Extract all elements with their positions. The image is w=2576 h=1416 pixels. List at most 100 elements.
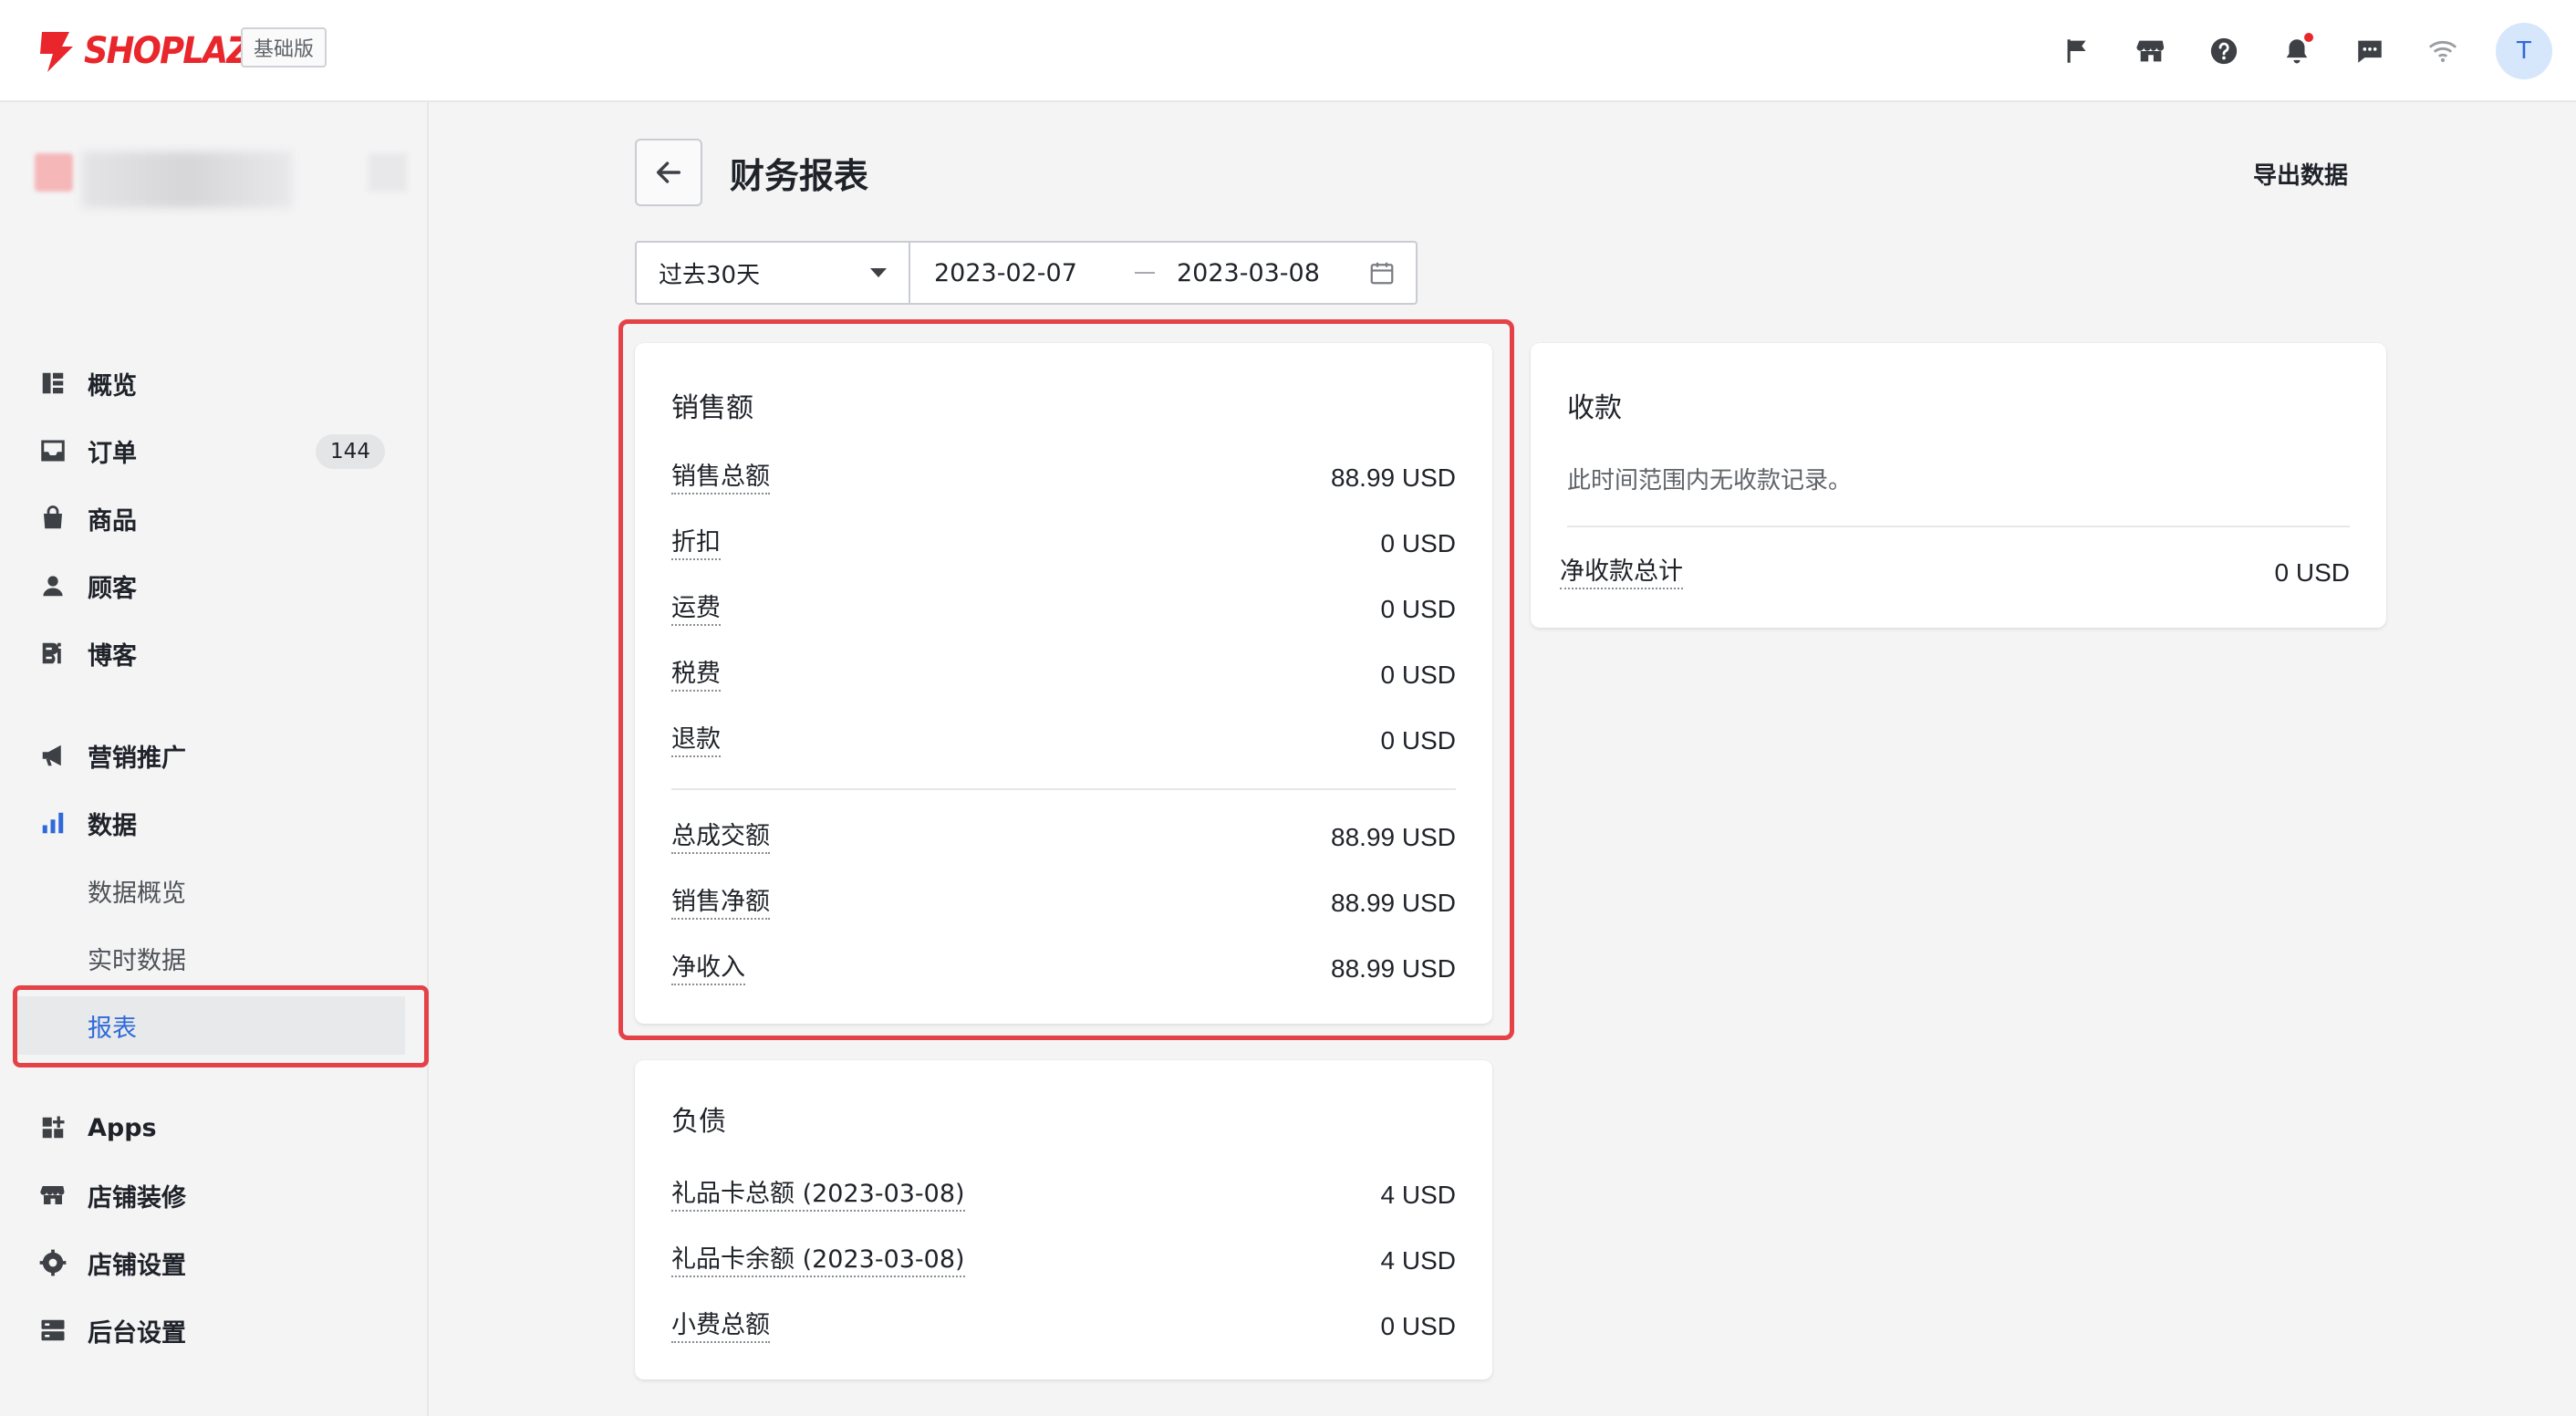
liabilities-card-title: 负债: [671, 1106, 726, 1138]
sales-total-row: 销售净额 88.99 USD: [671, 885, 1456, 921]
sidebar-item-online-store[interactable]: 店铺装修: [13, 1166, 405, 1224]
sales-row: 运费 0 USD: [671, 591, 1456, 628]
liabilities-row-label[interactable]: 小费总额: [671, 1310, 770, 1343]
sidebar-item-label: 店铺装修: [88, 1183, 186, 1213]
liabilities-row-value: 4 USD: [1380, 1246, 1456, 1275]
payments-total-value: 0 USD: [2274, 558, 2350, 587]
sidebar-item-marketing[interactable]: 营销推广: [13, 726, 405, 785]
flag-icon[interactable]: [2041, 20, 2114, 82]
sales-card: 销售额 销售总额 88.99 USD 折扣 0 USD 运费 0 USD 税费 …: [635, 343, 1492, 1024]
payments-empty-message: 此时间范围内无收款记录。: [1567, 467, 1853, 495]
inbox-icon: [38, 436, 68, 465]
sales-row-value: 0 USD: [1380, 726, 1456, 755]
sales-total-label[interactable]: 销售净额: [671, 887, 770, 920]
payments-card: 收款 此时间范围内无收款记录。 净收款总计 0 USD: [1531, 343, 2386, 628]
export-data-button[interactable]: 导出数据: [2253, 157, 2348, 191]
sidebar-item-label: 后台设置: [88, 1318, 186, 1348]
person-icon: [38, 571, 68, 600]
date-preset-select[interactable]: 过去30天: [637, 243, 910, 303]
sidebar-item-label: 概览: [88, 371, 137, 401]
sidebar-item-overview[interactable]: 概览: [13, 354, 405, 412]
sales-row: 折扣 0 USD: [671, 526, 1456, 562]
liabilities-row-label[interactable]: 礼品卡余额 (2023-03-08): [671, 1244, 965, 1277]
liabilities-row: 礼品卡总额 (2023-03-08) 4 USD: [671, 1177, 1456, 1213]
server-icon: [38, 1316, 68, 1345]
sales-total-row: 净收入 88.99 USD: [671, 951, 1456, 987]
sales-row-label[interactable]: 退款: [671, 724, 721, 757]
sidebar-subitem-analytics-overview[interactable]: 数据概览: [13, 861, 405, 920]
bell-icon[interactable]: [2260, 20, 2333, 82]
sales-total-value: 88.99 USD: [1331, 823, 1456, 851]
sidebar-item-apps[interactable]: Apps: [13, 1098, 405, 1157]
sidebar-item-label: 商品: [88, 506, 137, 536]
sales-row-label[interactable]: 折扣: [671, 527, 721, 560]
sidebar-item-label: 营销推广: [88, 744, 186, 773]
megaphone-icon: [38, 741, 68, 770]
payments-card-title: 收款: [1567, 392, 1622, 424]
back-button[interactable]: [635, 139, 702, 206]
calendar-icon[interactable]: [1368, 259, 1396, 286]
sidebar-item-label: 数据: [88, 811, 137, 840]
orders-count-badge: 144: [316, 434, 385, 469]
sales-row-value: 88.99 USD: [1331, 463, 1456, 492]
sidebar: 概览 订单 144 商品 顾客 博客 营销推广 数据 数据概览 实时数据 报表 …: [0, 102, 429, 1416]
caret-down-icon: [870, 268, 887, 277]
arrow-left-icon: [656, 161, 681, 183]
avatar[interactable]: T: [2496, 23, 2552, 79]
date-separator: [1135, 272, 1155, 274]
top-icons: T: [2041, 20, 2552, 82]
storefront-icon[interactable]: [2114, 20, 2187, 82]
sidebar-item-store-settings[interactable]: 店铺设置: [13, 1234, 405, 1292]
sales-row-label[interactable]: 运费: [671, 593, 721, 626]
logo-mark-icon: [35, 28, 77, 74]
gear-icon: [38, 1248, 68, 1277]
liabilities-row-label[interactable]: 礼品卡总额 (2023-03-08): [671, 1179, 965, 1212]
message-icon[interactable]: [2333, 20, 2406, 82]
sidebar-item-label: 订单: [88, 439, 137, 468]
store-name-redacted[interactable]: [35, 146, 409, 210]
sales-total-label[interactable]: 净收入: [671, 953, 745, 985]
notification-dot: [2304, 33, 2313, 42]
sidebar-item-label: 顾客: [88, 574, 137, 603]
liabilities-row-value: 4 USD: [1380, 1181, 1456, 1209]
sidebar-item-blog[interactable]: 博客: [13, 624, 405, 682]
date-range-picker[interactable]: 2023-02-07 2023-03-08: [910, 243, 1416, 303]
sales-row-label[interactable]: 税费: [671, 659, 721, 692]
date-range-filter: 过去30天 2023-02-07 2023-03-08: [635, 241, 1418, 305]
help-icon[interactable]: [2187, 20, 2260, 82]
sales-total-label[interactable]: 总成交额: [671, 821, 770, 854]
sidebar-subitem-reports[interactable]: 报表: [13, 996, 405, 1055]
sidebar-item-label: Apps: [88, 1113, 157, 1142]
sales-total-value: 88.99 USD: [1331, 889, 1456, 917]
date-preset-value: 过去30天: [659, 261, 761, 289]
liabilities-row: 礼品卡余额 (2023-03-08) 4 USD: [671, 1243, 1456, 1279]
wifi-icon[interactable]: [2406, 20, 2479, 82]
liabilities-row: 小费总额 0 USD: [671, 1308, 1456, 1345]
sales-total-value: 88.99 USD: [1331, 954, 1456, 983]
storefront-icon: [38, 1181, 68, 1210]
divider: [671, 788, 1456, 790]
sidebar-item-admin-settings[interactable]: 后台设置: [13, 1301, 405, 1359]
sidebar-item-label: 实时数据: [88, 946, 186, 975]
page-title: 财务报表: [730, 156, 869, 196]
sales-row-label[interactable]: 销售总额: [671, 462, 770, 495]
bag-icon: [38, 504, 68, 533]
liabilities-row-value: 0 USD: [1380, 1312, 1456, 1340]
payments-total-label[interactable]: 净收款总计: [1560, 557, 1683, 589]
sales-card-title: 销售额: [671, 392, 753, 424]
sidebar-subitem-realtime[interactable]: 实时数据: [13, 929, 405, 987]
end-date[interactable]: 2023-03-08: [1177, 259, 1320, 287]
sidebar-item-orders[interactable]: 订单 144: [13, 422, 405, 480]
sidebar-item-customers[interactable]: 顾客: [13, 557, 405, 615]
sidebar-item-analytics[interactable]: 数据: [13, 794, 405, 852]
start-date[interactable]: 2023-02-07: [934, 259, 1077, 287]
sidebar-item-products[interactable]: 商品: [13, 489, 405, 547]
payments-total-row: 净收款总计 0 USD: [1560, 555, 2350, 591]
sales-row-value: 0 USD: [1380, 595, 1456, 623]
bar-chart-icon: [38, 808, 68, 838]
sales-row-value: 0 USD: [1380, 661, 1456, 689]
blog-icon: [38, 639, 68, 668]
sales-total-row: 总成交额 88.99 USD: [671, 819, 1456, 856]
sales-row-value: 0 USD: [1380, 529, 1456, 557]
top-bar: SHOPLAZZA 基础版 T: [0, 0, 2576, 102]
